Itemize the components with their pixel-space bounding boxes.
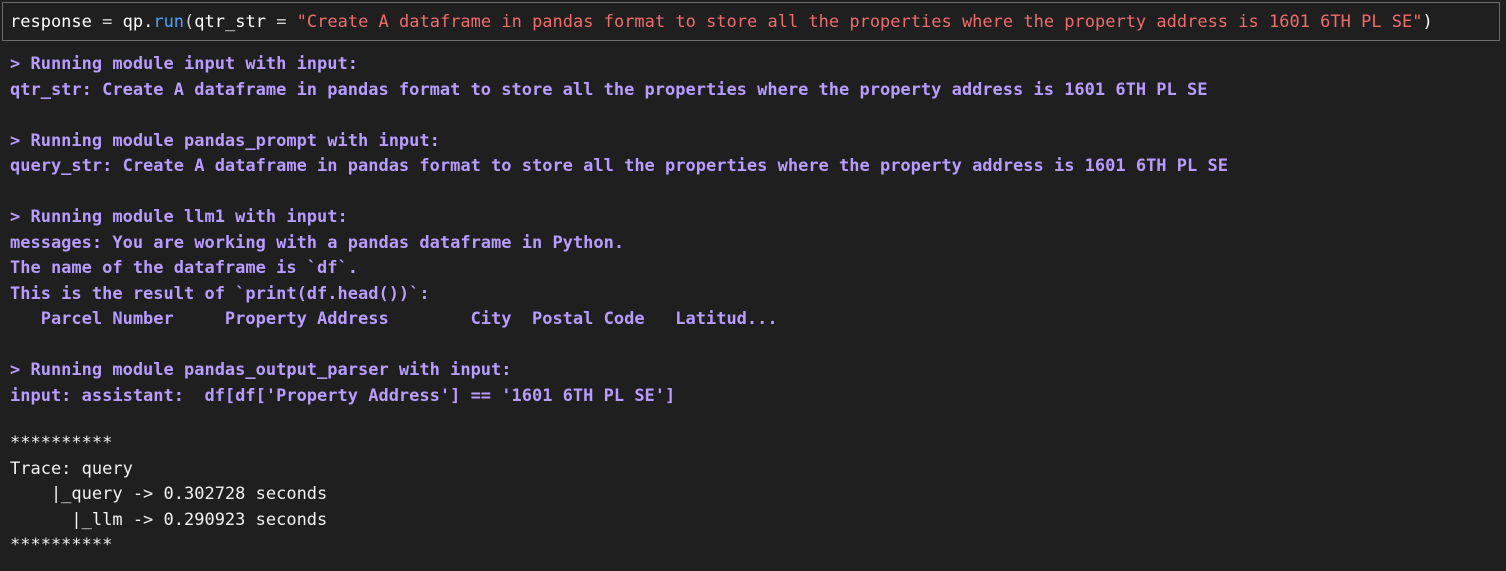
- module-header: > Running module pandas_prompt with inpu…: [10, 130, 440, 151]
- module-input-line: input: assistant: df[df['Property Addres…: [10, 385, 676, 406]
- cell-output: > Running module input with input: qtr_s…: [10, 52, 1500, 567]
- output-block-input: > Running module input with input: qtr_s…: [10, 52, 1500, 103]
- module-input-line: This is the result of `print(df.head())`…: [10, 283, 430, 304]
- trace-llm-line: |_llm -> 0.290923 seconds: [10, 509, 328, 530]
- dataframe-header-line: Parcel Number Property Address City Post…: [10, 309, 778, 329]
- code-variable: response: [10, 11, 92, 32]
- code-function: run: [153, 11, 185, 32]
- output-block-pandas-output-parser: > Running module pandas_output_parser wi…: [10, 358, 1500, 409]
- module-input-line: messages: You are working with a pandas …: [10, 232, 625, 253]
- module-input-line: The name of the dataframe is `df`.: [10, 258, 358, 278]
- output-block-llm1: > Running module llm1 with input: messag…: [10, 205, 1500, 333]
- module-header: > Running module llm1 with input:: [10, 207, 348, 227]
- trace-separator: **********: [10, 535, 113, 555]
- module-input-line: qtr_str: Create A dataframe in pandas fo…: [10, 79, 1208, 100]
- code-arg-operator: =: [265, 11, 297, 32]
- trace-query-line: |_query -> 0.302728 seconds: [10, 484, 328, 504]
- code-cell-input[interactable]: response = qp. run(qtr_str = "Create A da…: [2, 2, 1500, 41]
- module-header: > Running module input with input:: [10, 54, 358, 74]
- code-close-paren: ): [1422, 11, 1433, 32]
- trace-title: Trace: query: [10, 458, 133, 479]
- code-string-literal: "Create A dataframe in pandas format to …: [296, 11, 1423, 32]
- trace-block: ********** Trace: query |_query -> 0.302…: [10, 431, 1500, 559]
- trace-separator: **********: [10, 433, 113, 453]
- code-arg-name: qtr_str: [194, 11, 266, 32]
- module-header: > Running module pandas_output_parser wi…: [10, 360, 512, 380]
- output-block-pandas-prompt: > Running module pandas_prompt with inpu…: [10, 129, 1500, 180]
- code-object: qp.: [122, 11, 154, 32]
- code-assign-operator: =: [91, 11, 123, 32]
- code-open-paren: (: [184, 11, 195, 32]
- module-input-line: query_str: Create A dataframe in pandas …: [10, 156, 1228, 176]
